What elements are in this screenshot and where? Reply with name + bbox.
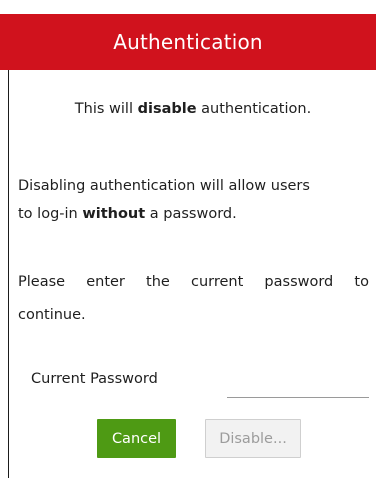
instruction-word: the — [146, 274, 170, 290]
warning-emphasis: disable — [137, 101, 197, 117]
current-password-input[interactable] — [227, 370, 369, 398]
consequence-emphasis: without — [82, 206, 146, 222]
instruction-text-line-1: Please enter the current password to — [18, 273, 369, 291]
dialog-title: Authentication — [113, 30, 263, 54]
dialog-body: This will disable authentication. Disabl… — [8, 70, 376, 478]
instruction-text-line-2: continue. — [18, 307, 86, 323]
authentication-dialog: Authentication This will disable authent… — [0, 0, 376, 478]
instruction-word: enter — [86, 274, 125, 290]
disable-button[interactable]: Disable... — [205, 419, 301, 458]
consequence-prefix: to log-in — [18, 206, 83, 222]
warning-suffix: authentication. — [196, 101, 312, 117]
dialog-header: Authentication — [0, 14, 376, 70]
warning-prefix: This will — [74, 101, 138, 117]
instruction-word: current — [190, 274, 244, 290]
consequence-suffix: a password. — [145, 206, 237, 222]
instruction-word: to — [354, 274, 369, 290]
cancel-button[interactable]: Cancel — [97, 419, 176, 458]
instruction-word: password — [264, 274, 334, 290]
instruction-word: Please — [18, 274, 66, 290]
consequence-text-line-2: to log-in without a password. — [18, 205, 237, 223]
consequence-text-line-1: Disabling authentication will allow user… — [18, 178, 310, 194]
current-password-label: Current Password — [31, 371, 158, 387]
disable-warning-text: This will disable authentication. — [9, 100, 376, 118]
